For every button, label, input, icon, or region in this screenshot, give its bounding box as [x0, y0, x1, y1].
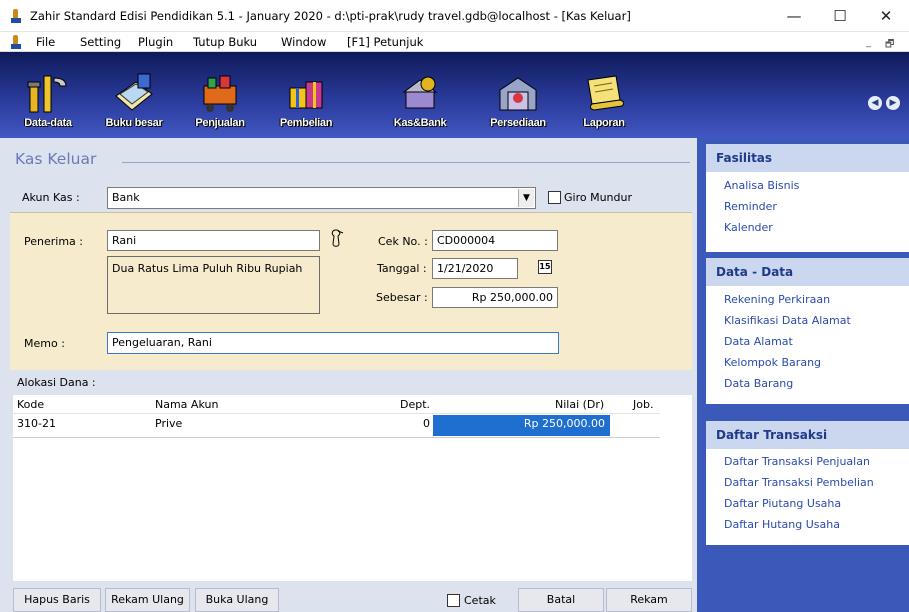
- giro-mundur-label: Giro Mundur: [564, 191, 632, 204]
- menu-file[interactable]: File: [36, 35, 55, 49]
- column-nama-akun[interactable]: Nama Akun: [155, 398, 218, 411]
- cell-dept[interactable]: 0: [423, 417, 430, 430]
- toolbar-label: Penjualan: [195, 117, 245, 129]
- menu-setting[interactable]: Setting: [80, 35, 121, 49]
- row-divider: [13, 437, 660, 438]
- link-kalender[interactable]: Kalender: [724, 221, 773, 234]
- cetak-label: Cetak: [464, 594, 496, 607]
- menu-window[interactable]: Window: [281, 35, 326, 49]
- lookup-icon[interactable]: [329, 229, 345, 249]
- cell-nama-akun[interactable]: Prive: [155, 417, 182, 430]
- akun-kas-label: Akun Kas :: [22, 191, 80, 204]
- tanggal-field[interactable]: 1/21/2020: [432, 258, 518, 279]
- toolbar-next-button[interactable]: ▶: [886, 96, 900, 110]
- batal-button[interactable]: Batal: [518, 588, 604, 612]
- link-daftar-hutang-usaha[interactable]: Daftar Hutang Usaha: [724, 518, 840, 531]
- fasilitas-header[interactable]: Fasilitas: [706, 144, 909, 172]
- link-analisa-bisnis[interactable]: Analisa Bisnis: [724, 179, 799, 192]
- rekam-button[interactable]: Rekam: [606, 588, 692, 612]
- menu-plugin[interactable]: Plugin: [138, 35, 173, 49]
- penerima-label: Penerima :: [24, 235, 83, 248]
- mdi-document-icon[interactable]: [11, 35, 21, 49]
- tools-icon: [27, 75, 67, 113]
- rekam-ulang-button[interactable]: Rekam Ulang: [105, 588, 190, 612]
- chevron-down-icon[interactable]: ▼: [518, 189, 534, 207]
- memo-field[interactable]: Pengeluaran, Rani: [107, 332, 559, 354]
- cell-kode[interactable]: 310-21: [17, 417, 56, 430]
- cek-no-field[interactable]: CD000004: [432, 230, 558, 251]
- close-button[interactable]: ✕: [863, 0, 909, 32]
- toolbar-kas-bank[interactable]: Kas&Bank: [382, 72, 458, 134]
- link-klasifikasi-data-alamat[interactable]: Klasifikasi Data Alamat: [724, 314, 851, 327]
- penerima-field[interactable]: Rani: [107, 230, 320, 251]
- toolbar-penjualan[interactable]: Penjualan: [182, 72, 258, 134]
- cek-no-label: Cek No. :: [378, 235, 428, 248]
- title-divider: [122, 162, 690, 163]
- link-daftar-piutang-usaha[interactable]: Daftar Piutang Usaha: [724, 497, 841, 510]
- buka-ulang-button[interactable]: Buka Ulang: [195, 588, 279, 612]
- link-kelompok-barang[interactable]: Kelompok Barang: [724, 356, 821, 369]
- toolbar-laporan[interactable]: Laporan: [566, 72, 642, 134]
- ledger-icon: [115, 73, 153, 111]
- column-job[interactable]: Job.: [633, 398, 653, 411]
- menu-bar: [0, 32, 909, 52]
- link-daftar-transaksi-pembelian[interactable]: Daftar Transaksi Pembelian: [724, 476, 874, 489]
- grid-filler: [660, 395, 692, 581]
- link-reminder[interactable]: Reminder: [724, 200, 777, 213]
- zahir-app-icon: [11, 9, 21, 23]
- gifts-icon: [289, 81, 323, 109]
- hapus-baris-button[interactable]: Hapus Baris: [13, 588, 101, 612]
- link-daftar-transaksi-penjualan[interactable]: Daftar Transaksi Penjualan: [724, 455, 870, 468]
- menu-petunjuk[interactable]: [F1] Petunjuk: [347, 35, 423, 49]
- toolbar-pembelian[interactable]: Pembelian: [268, 72, 344, 134]
- column-kode[interactable]: Kode: [17, 398, 44, 411]
- link-rekening-perkiraan[interactable]: Rekening Perkiraan: [724, 293, 830, 306]
- toolbar-label: Pembelian: [279, 117, 333, 129]
- grid-header-divider: [13, 413, 660, 414]
- memo-label: Memo :: [24, 337, 65, 350]
- daftar-transaksi-header[interactable]: Daftar Transaksi: [706, 421, 909, 449]
- calendar-icon[interactable]: 15: [538, 260, 552, 274]
- alokasi-dana-label: Alokasi Dana :: [17, 376, 96, 389]
- link-data-barang[interactable]: Data Barang: [724, 377, 793, 390]
- maximize-button[interactable]: ☐: [817, 0, 863, 32]
- terbilang-box: Dua Ratus Lima Puluh Ribu Rupiah: [107, 256, 320, 314]
- toolbar-label: Data-data: [24, 117, 72, 129]
- toolbar-label: Buku besar: [105, 117, 163, 129]
- akun-kas-select[interactable]: Bank: [107, 187, 536, 209]
- data-data-header[interactable]: Data - Data: [706, 258, 909, 286]
- cetak-checkbox[interactable]: [447, 594, 460, 607]
- toolbar-label: Laporan: [583, 117, 625, 129]
- sebesar-field[interactable]: Rp 250,000.00: [432, 287, 558, 308]
- tanggal-label: Tanggal :: [377, 262, 427, 275]
- toolbar-label: Kas&Bank: [393, 117, 447, 129]
- page-title: Kas Keluar: [15, 150, 97, 168]
- toolbar-label: Persediaan: [490, 117, 546, 129]
- column-dept[interactable]: Dept.: [400, 398, 430, 411]
- toolbar-persediaan[interactable]: Persediaan: [480, 72, 556, 134]
- toolbar-data-data[interactable]: Data-data: [10, 72, 86, 134]
- cart-icon: [203, 75, 237, 112]
- scroll-icon: [587, 75, 625, 111]
- minimize-button[interactable]: —: [771, 0, 817, 32]
- giro-mundur-checkbox[interactable]: [548, 191, 561, 204]
- sebesar-label: Sebesar :: [376, 291, 428, 304]
- bank-icon: [402, 76, 438, 109]
- toolbar-prev-button[interactable]: ◀: [868, 96, 882, 110]
- column-nilai-dr[interactable]: Nilai (Dr): [555, 398, 604, 411]
- window-title: Zahir Standard Edisi Pendidikan 5.1 - Ja…: [30, 9, 631, 23]
- link-data-alamat[interactable]: Data Alamat: [724, 335, 793, 348]
- warehouse-icon: [499, 77, 537, 111]
- toolbar-buku-besar[interactable]: Buku besar: [96, 72, 172, 134]
- menu-tutup-buku[interactable]: Tutup Buku: [193, 35, 257, 49]
- cell-nilai[interactable]: Rp 250,000.00: [505, 417, 605, 430]
- mdi-minimize-button[interactable]: _: [866, 37, 871, 48]
